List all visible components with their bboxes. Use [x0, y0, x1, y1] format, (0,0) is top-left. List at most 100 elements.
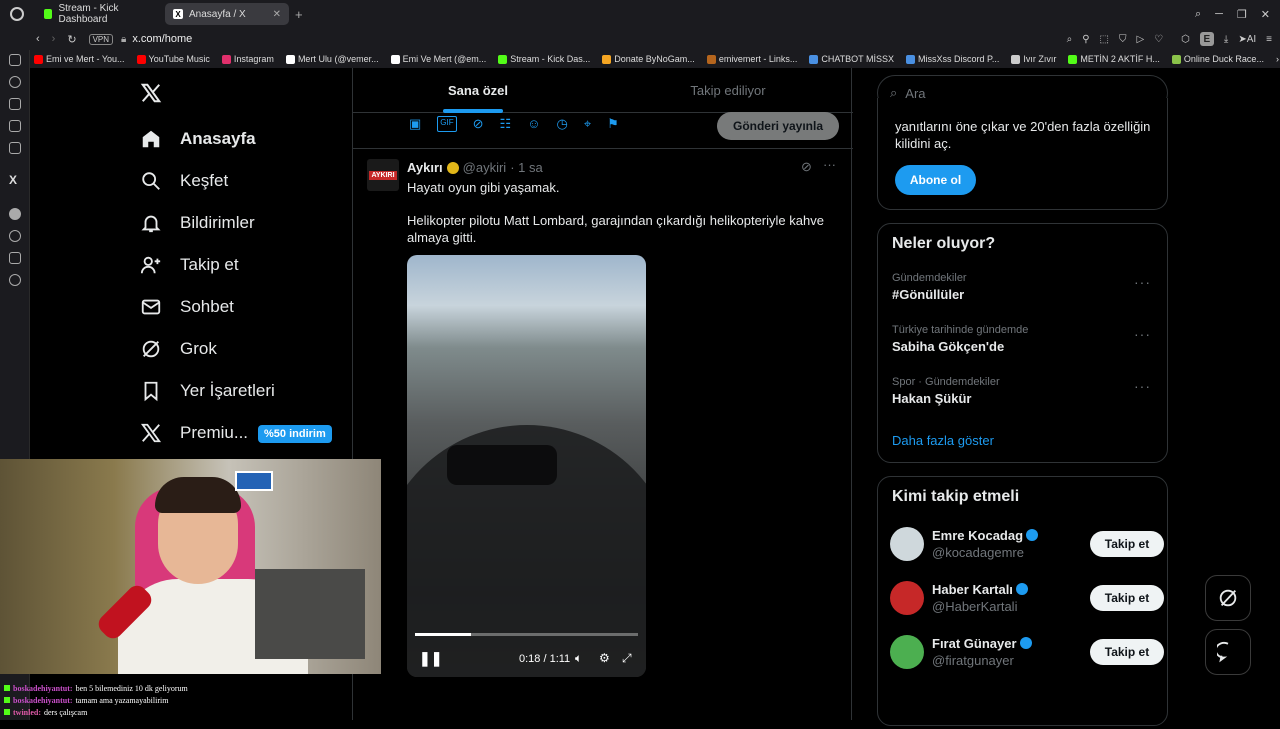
nav-item-bookmark[interactable]: Yer İşaretleri — [140, 380, 275, 402]
screenshot-icon[interactable]: ⬚ — [1100, 34, 1109, 45]
browser-menu-icon[interactable] — [10, 7, 24, 21]
play-icon[interactable]: ▷ — [1136, 34, 1144, 45]
x-sidebar-icon[interactable]: X — [9, 173, 17, 187]
vpn-badge[interactable]: VPN — [88, 33, 114, 45]
tab-kick-dashboard[interactable]: Stream - Kick Dashboard — [36, 3, 161, 25]
avatar[interactable] — [890, 527, 924, 561]
trend-item[interactable]: Spor · Gündemdekiler Hakan Şükür — [892, 376, 1152, 406]
bookmark-item[interactable]: Emi ve Mert - You... — [34, 54, 125, 64]
nav-item-grok[interactable]: Grok — [140, 338, 217, 360]
search-tabs-icon[interactable]: ⌕ — [1195, 8, 1201, 21]
more-bookmarks-icon[interactable]: › — [1276, 54, 1279, 64]
grok-compose-icon[interactable]: ⊘ — [473, 116, 484, 132]
new-tab-button[interactable]: + — [295, 7, 303, 22]
follow-button[interactable]: Takip et — [1090, 585, 1164, 611]
fullscreen-icon[interactable]: ⤢ — [622, 651, 632, 666]
wallet-icon[interactable] — [9, 120, 21, 132]
tab-for-you[interactable]: Sana özel — [353, 68, 603, 113]
menu-icon[interactable]: ≡ — [1266, 34, 1272, 45]
grok-explain-icon[interactable]: ⊘ — [801, 159, 812, 175]
restore-icon[interactable]: ❐ — [1237, 8, 1247, 21]
lock-icon[interactable]: 🔒︎ — [121, 34, 126, 45]
follow-button[interactable]: Takip et — [1090, 639, 1164, 665]
more-icon[interactable]: ··· — [1134, 274, 1151, 290]
bookmark-item[interactable]: MissXss Discord P... — [906, 54, 999, 64]
gamepad-icon[interactable] — [9, 54, 21, 66]
volume-icon[interactable]: 🔈︎ — [575, 651, 582, 666]
more-icon[interactable]: ··· — [823, 157, 836, 172]
bookmark-item[interactable]: Donate ByNoGam... — [602, 54, 695, 64]
bookmark-item[interactable]: YouTube Music — [136, 54, 210, 64]
flag-icon[interactable]: ⚑ — [607, 116, 619, 132]
suggestion-name[interactable]: Emre Kocadag — [932, 528, 1023, 543]
emoji-icon[interactable]: ☺ — [527, 116, 540, 132]
bookmark-item[interactable]: emivemert - Links... — [706, 54, 797, 64]
minimize-icon[interactable]: ─ — [1215, 8, 1223, 21]
settings-icon[interactable] — [9, 274, 21, 286]
more-icon[interactable]: ··· — [1134, 378, 1151, 394]
bookmark-item[interactable]: Instagram — [221, 54, 274, 64]
x-logo-icon[interactable] — [140, 82, 162, 109]
close-tab-icon[interactable]: ✕ — [273, 9, 281, 20]
pin-icon[interactable]: ⚲ — [1082, 34, 1089, 45]
post-button[interactable]: Gönderi yayınla — [717, 112, 839, 140]
aria-icon[interactable] — [9, 76, 21, 88]
tweet-time[interactable]: · 1 sa — [510, 160, 543, 175]
nav-item-x-logo[interactable]: Premiu... — [140, 422, 248, 444]
trend-item[interactable]: Gündemdekiler #Gönüllüler — [892, 272, 1152, 302]
nav-item-search[interactable]: Keşfet — [140, 170, 228, 192]
download-icon[interactable]: ⤓ — [1224, 34, 1228, 45]
ai-button[interactable]: ➤AI — [1238, 34, 1256, 45]
shield-icon[interactable]: ⛉ — [1119, 34, 1127, 45]
suggestion-name[interactable]: Haber Kartalı — [932, 582, 1013, 597]
nav-item-bell[interactable]: Bildirimler — [140, 212, 255, 234]
avatar[interactable] — [890, 635, 924, 669]
premium-badge[interactable]: %50 indirim — [258, 425, 332, 443]
tweet[interactable]: AYKIRI Aykırı @aykiri · 1 sa ⊘ ··· Hayat… — [353, 149, 853, 729]
nav-item-person-add[interactable]: Takip et — [140, 254, 239, 276]
extensions-sidebar-icon[interactable] — [9, 252, 21, 264]
tweet-handle[interactable]: @aykiri — [463, 160, 507, 175]
history-icon[interactable] — [9, 230, 21, 242]
zoom-icon[interactable]: ⌕ — [1067, 34, 1073, 45]
extensions-icon[interactable]: ⬡ — [1181, 34, 1190, 45]
suggestion-name[interactable]: Fırat Günayer — [932, 636, 1017, 651]
tweet-author[interactable]: Aykırı — [407, 160, 443, 175]
bookmark-item[interactable]: Emi Ve Mert (@em... — [390, 54, 486, 64]
avatar[interactable] — [890, 581, 924, 615]
bookmark-item[interactable]: METİN 2 AKTİF H... — [1068, 54, 1160, 64]
video-settings-icon[interactable]: ⚙ — [599, 651, 610, 665]
workspace-icon[interactable] — [9, 98, 21, 110]
messenger-icon[interactable] — [9, 142, 21, 154]
bookmark-item[interactable]: Online Duck Race... — [1171, 54, 1264, 64]
nav-item-home[interactable]: Anasayfa — [140, 128, 256, 150]
more-icon[interactable]: ··· — [1134, 326, 1151, 342]
reload-icon[interactable]: ↻ — [67, 33, 76, 46]
tweet-avatar[interactable]: AYKIRI — [367, 159, 399, 191]
show-more-link[interactable]: Daha fazla göster — [892, 433, 994, 448]
tab-following[interactable]: Takip ediliyor — [603, 68, 853, 113]
trend-item[interactable]: Türkiye tarihinde gündemde Sabiha Gökçen'… — [892, 324, 1152, 354]
url-input[interactable]: x.com/home — [132, 33, 192, 45]
close-window-icon[interactable]: ✕ — [1261, 8, 1270, 21]
bookmark-item[interactable]: Stream - Kick Das... — [498, 54, 590, 64]
heart-icon[interactable]: ♡ — [1154, 34, 1163, 45]
messages-float-button[interactable] — [1205, 629, 1251, 675]
tweet-video[interactable]: ❚❚ 0:18 / 1:11 🔈︎ ⚙ ⤢ — [407, 255, 646, 677]
tab-x-home[interactable]: X Anasayfa / X ✕ — [165, 3, 289, 25]
bookmark-item[interactable]: Mert Ulu (@vemer... — [285, 54, 379, 64]
gif-icon[interactable]: GIF — [437, 116, 457, 132]
follow-suggestion[interactable]: Haber Kartalı @HaberKartali Takip et — [890, 581, 1164, 621]
follow-suggestion[interactable]: Fırat Günayer @firatgunayer Takip et — [890, 635, 1164, 675]
forward-icon[interactable]: › — [52, 33, 56, 45]
bookmark-item[interactable]: CHATBOT MİSSX — [809, 54, 894, 64]
nav-item-mail[interactable]: Sohbet — [140, 296, 234, 318]
subscribe-button[interactable]: Abone ol — [895, 165, 976, 195]
grok-float-button[interactable] — [1205, 575, 1251, 621]
schedule-icon[interactable]: ◷ — [556, 116, 567, 132]
poll-icon[interactable]: ☷ — [500, 116, 512, 132]
follow-suggestion[interactable]: Emre Kocadag @kocadagemre Takip et — [890, 527, 1164, 567]
bookmark-item[interactable]: Ivır Zıvır — [1011, 54, 1056, 64]
image-icon[interactable]: ▣ — [409, 116, 421, 132]
location-icon[interactable]: ⌖ — [584, 116, 591, 132]
